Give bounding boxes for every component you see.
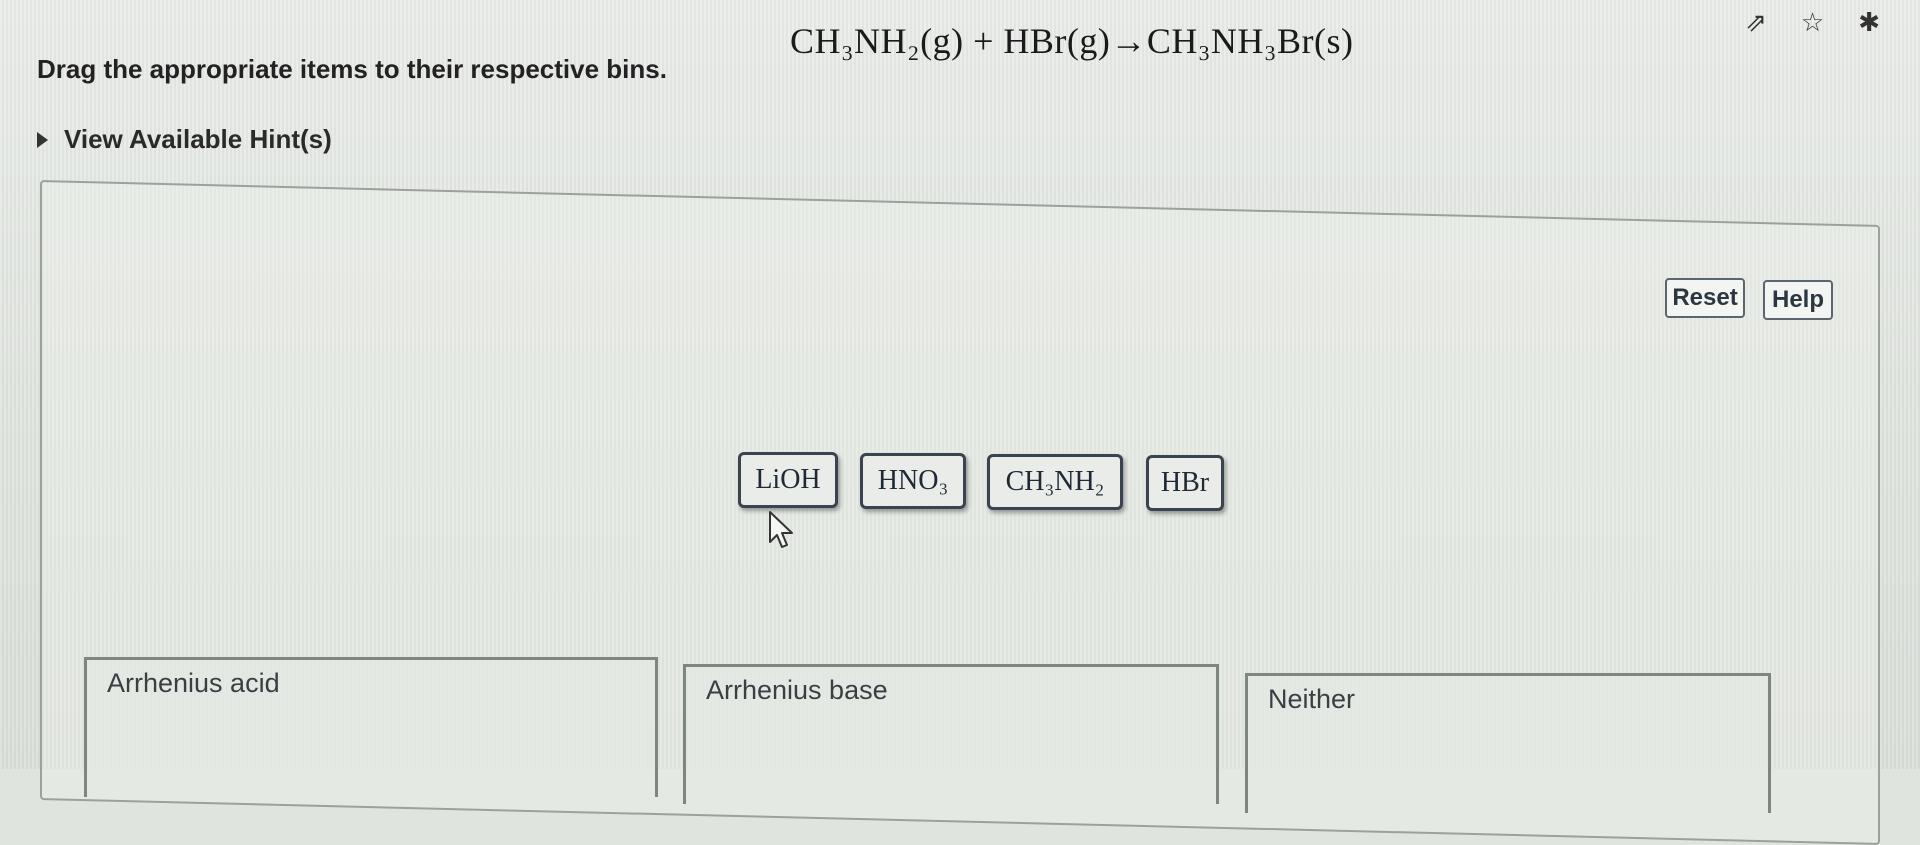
help-button[interactable]: Help (1763, 280, 1833, 320)
bin-arrhenius-acid[interactable]: Arrhenius acid (84, 657, 658, 797)
bin-neither[interactable]: Neither (1245, 673, 1771, 813)
draggable-item-lioh[interactable]: LiOH (738, 452, 838, 508)
draggable-item-ch3nh2[interactable]: CH₃NH₂ (987, 454, 1123, 510)
expand-triangle-icon (37, 131, 48, 148)
bin-label: Arrhenius acid (107, 668, 280, 698)
bin-arrhenius-base[interactable]: Arrhenius base (683, 664, 1219, 804)
extension-icon[interactable]: ✱ (1858, 9, 1880, 35)
draggable-item-hbr[interactable]: HBr (1146, 455, 1224, 511)
reaction-equation: CH₃NH₂(g) + HBr(g)→CH₃NH₃Br(s) (790, 21, 1354, 61)
draggable-item-hno3[interactable]: HNO₃ (860, 453, 966, 509)
hints-label: View Available Hint(s) (64, 124, 332, 154)
bin-label: Arrhenius base (706, 675, 888, 705)
share-icon[interactable]: ⇗ (1745, 9, 1767, 35)
mouse-cursor-icon (769, 511, 793, 548)
view-hints-toggle[interactable]: View Available Hint(s) (37, 124, 332, 155)
bin-label: Neither (1268, 684, 1356, 714)
star-icon[interactable]: ☆ (1801, 9, 1824, 35)
reset-button[interactable]: Reset (1665, 278, 1745, 318)
instruction-text: Drag the appropriate items to their resp… (37, 54, 667, 84)
draggable-items: LiOH HNO₃ CH₃NH₂ HBr (0, 452, 1920, 512)
browser-toolbar: ⇗ ☆ ✱ (1660, 0, 1920, 44)
